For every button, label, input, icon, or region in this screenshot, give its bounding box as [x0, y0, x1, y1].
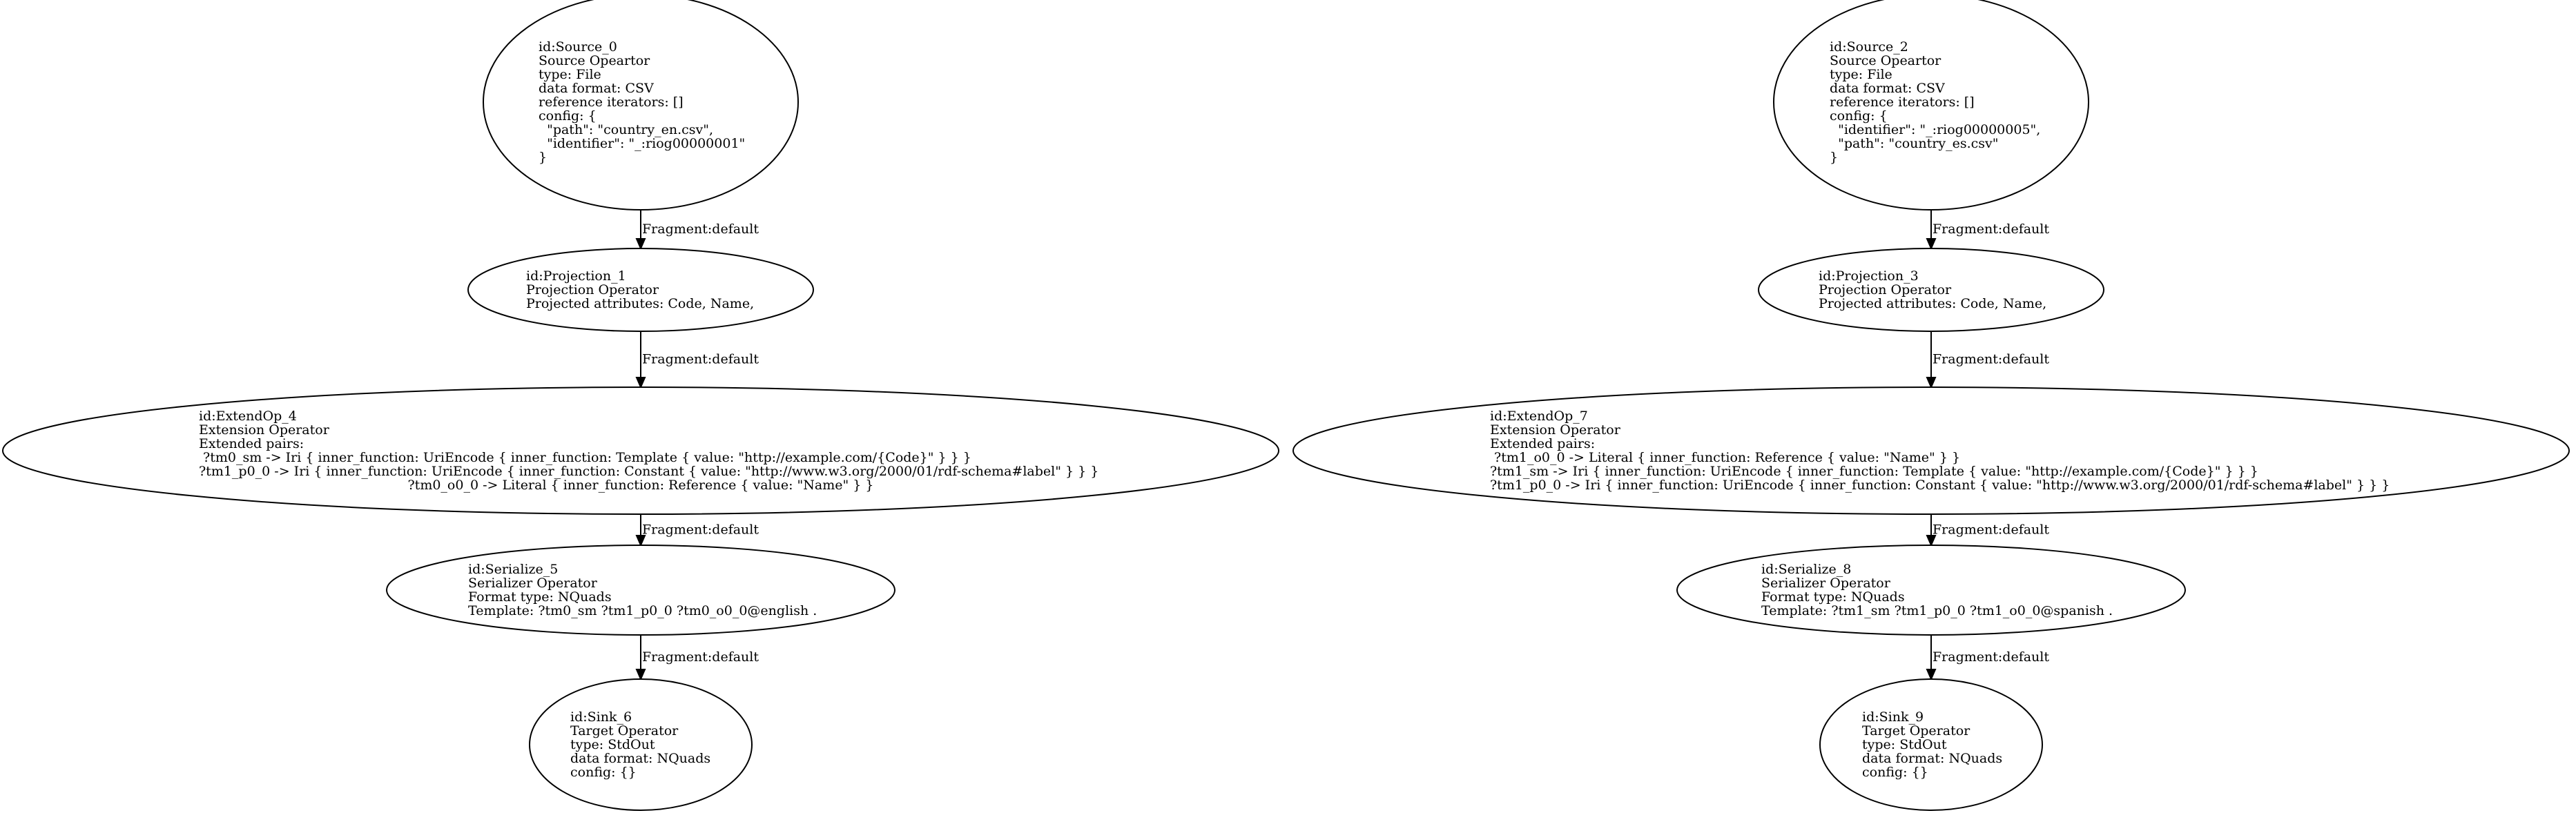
- node-label-line: type: StdOut: [1862, 737, 1947, 752]
- node-serialize-5: id:Serialize_5Serializer OperatorFormat …: [386, 545, 895, 636]
- node-label-line: ?tm1_o0_0 -> Literal { inner_function: R…: [1490, 450, 1960, 465]
- edge-extendop-4-to-serialize-5: Fragment:default: [635, 514, 759, 547]
- edge-projection-3-to-extendop-7: Fragment:default: [1926, 331, 2049, 389]
- node-source-2: id:Source_2Source Opeartortype: Filedata…: [1773, 0, 2089, 210]
- node-label-line: Format type: NQuads: [468, 589, 612, 605]
- node-projection-1: id:Projection_1Projection OperatorProjec…: [467, 248, 814, 332]
- edge-source-0-to-projection-1: Fragment:default: [635, 210, 759, 251]
- node-label-line: id:Projection_1: [526, 268, 626, 284]
- edge-label: Fragment:default: [642, 222, 759, 237]
- edge-source-2-to-projection-3: Fragment:default: [1926, 210, 2049, 251]
- node-label-line: id:Projection_3: [1819, 268, 1919, 284]
- node-label-line: type: StdOut: [570, 737, 655, 752]
- node-extendop-4: id:ExtendOp_4Extension OperatorExtended …: [2, 386, 1279, 515]
- arrowhead-icon: [1926, 238, 1937, 251]
- node-label-line: }: [539, 150, 547, 165]
- edge-label: Fragment:default: [1933, 649, 2049, 665]
- node-label-line: Template: ?tm0_sm ?tm1_p0_0 ?tm0_o0_0@en…: [468, 603, 817, 618]
- arrowhead-icon: [1926, 669, 1937, 681]
- arrowhead-icon: [1926, 377, 1937, 389]
- node-label-line: id:Serialize_8: [1761, 562, 1851, 577]
- node-label-line: id:Source_2: [1830, 39, 1908, 55]
- node-sink-6: id:Sink_6Target Operatortype: StdOutdata…: [529, 678, 753, 811]
- node-label-line: id:ExtendOp_4: [199, 409, 297, 424]
- node-label-line: "identifier": "_:riog00000005",: [1830, 122, 2040, 137]
- node-ellipse: [1676, 545, 2186, 636]
- node-projection-3: id:Projection_3Projection OperatorProjec…: [1758, 248, 2104, 332]
- node-source-0: id:Source_0Source Opeartortype: Filedata…: [483, 0, 799, 210]
- node-label-line: id:Serialize_5: [468, 562, 558, 577]
- node-ellipse: [386, 545, 895, 636]
- node-label-line: Serializer Operator: [468, 576, 598, 591]
- node-label-line: config: {}: [1862, 765, 1928, 780]
- operator-graph-diagram: Fragment:default Fragment:default Fragment…: [2, 0, 2570, 811]
- nodes-layer: id:Source_0Source Opeartortype: Filedata…: [2, 0, 2570, 811]
- node-label-line: reference iterators: []: [1830, 95, 1975, 110]
- node-label-line: id:ExtendOp_7: [1490, 409, 1588, 424]
- node-label-line: data format: NQuads: [1862, 751, 2002, 766]
- node-label-line: Projection Operator: [526, 282, 659, 297]
- node-label-line: data format: CSV: [539, 81, 654, 96]
- edge-label: Fragment:default: [642, 649, 759, 665]
- node-label-line: type: File: [1830, 67, 1892, 82]
- edge-label: Fragment:default: [1933, 222, 2049, 237]
- node-label-line: ?tm0_o0_0 -> Literal { inner_function: R…: [408, 478, 874, 493]
- node-label-line: Target Operator: [570, 723, 679, 738]
- arrowhead-icon: [635, 669, 646, 681]
- edge-serialize-5-to-sink-6: Fragment:default: [635, 635, 759, 681]
- node-label-line: ?tm0_sm -> Iri { inner_function: UriEnco…: [199, 450, 971, 465]
- node-label-line: Projection Operator: [1819, 282, 1952, 297]
- edge-serialize-8-to-sink-9: Fragment:default: [1926, 635, 2049, 681]
- node-serialize-8: id:Serialize_8Serializer OperatorFormat …: [1676, 545, 2186, 636]
- edge-label: Fragment:default: [642, 352, 759, 367]
- node-label-line: config: {}: [570, 765, 637, 780]
- node-label-line: ?tm1_sm -> Iri { inner_function: UriEnco…: [1490, 464, 2258, 479]
- node-label-line: Format type: NQuads: [1761, 589, 1905, 605]
- edge-label: Fragment:default: [642, 522, 759, 538]
- node-sink-9: id:Sink_9Target Operatortype: StdOutdata…: [1819, 678, 2043, 811]
- node-label-line: data format: NQuads: [570, 751, 710, 766]
- node-label-line: Target Operator: [1862, 723, 1970, 738]
- node-label-line: config: {: [539, 108, 597, 124]
- edge-extendop-7-to-serialize-8: Fragment:default: [1926, 514, 2049, 547]
- node-label-line: Template: ?tm1_sm ?tm1_p0_0 ?tm1_o0_0@sp…: [1761, 603, 2113, 618]
- node-label-line: Extension Operator: [1490, 422, 1621, 438]
- node-label-line: id:Sink_9: [1862, 709, 1924, 725]
- node-label-line: Extension Operator: [199, 422, 330, 438]
- node-label-line: Serializer Operator: [1761, 576, 1891, 591]
- node-label-line: Projected attributes: Code, Name,: [526, 296, 754, 311]
- arrowhead-icon: [635, 238, 646, 251]
- node-label-line: Extended pairs:: [199, 436, 304, 451]
- edge-label: Fragment:default: [1933, 352, 2049, 367]
- edge-projection-1-to-extendop-4: Fragment:default: [635, 331, 759, 389]
- node-label-line: config: {: [1830, 108, 1888, 124]
- node-label-line: ?tm1_p0_0 -> Iri { inner_function: UriEn…: [1490, 478, 2390, 493]
- node-label-line: type: File: [539, 67, 601, 82]
- node-label-line: "path": "country_es.csv": [1830, 136, 1999, 151]
- node-label-line: ?tm1_p0_0 -> Iri { inner_function: UriEn…: [199, 464, 1098, 479]
- node-label-line: Source Opeartor: [1830, 53, 1941, 68]
- node-extendop-7: id:ExtendOp_7Extension OperatorExtended …: [1292, 386, 2570, 515]
- arrowhead-icon: [635, 377, 646, 389]
- node-label-line: data format: CSV: [1830, 81, 1945, 96]
- node-label-line: }: [1830, 150, 1838, 165]
- node-label-line: "identifier": "_:riog00000001": [539, 136, 745, 151]
- node-label-line: Source Opeartor: [539, 53, 650, 68]
- node-label-line: id:Sink_6: [570, 709, 632, 725]
- edge-label: Fragment:default: [1933, 522, 2049, 538]
- node-label-line: id:Source_0: [539, 39, 617, 55]
- node-label-line: reference iterators: []: [539, 95, 684, 110]
- node-label-line: Projected attributes: Code, Name,: [1819, 296, 2046, 311]
- node-label-line: Extended pairs:: [1490, 436, 1595, 451]
- node-label-line: "path": "country_en.csv",: [539, 122, 713, 137]
